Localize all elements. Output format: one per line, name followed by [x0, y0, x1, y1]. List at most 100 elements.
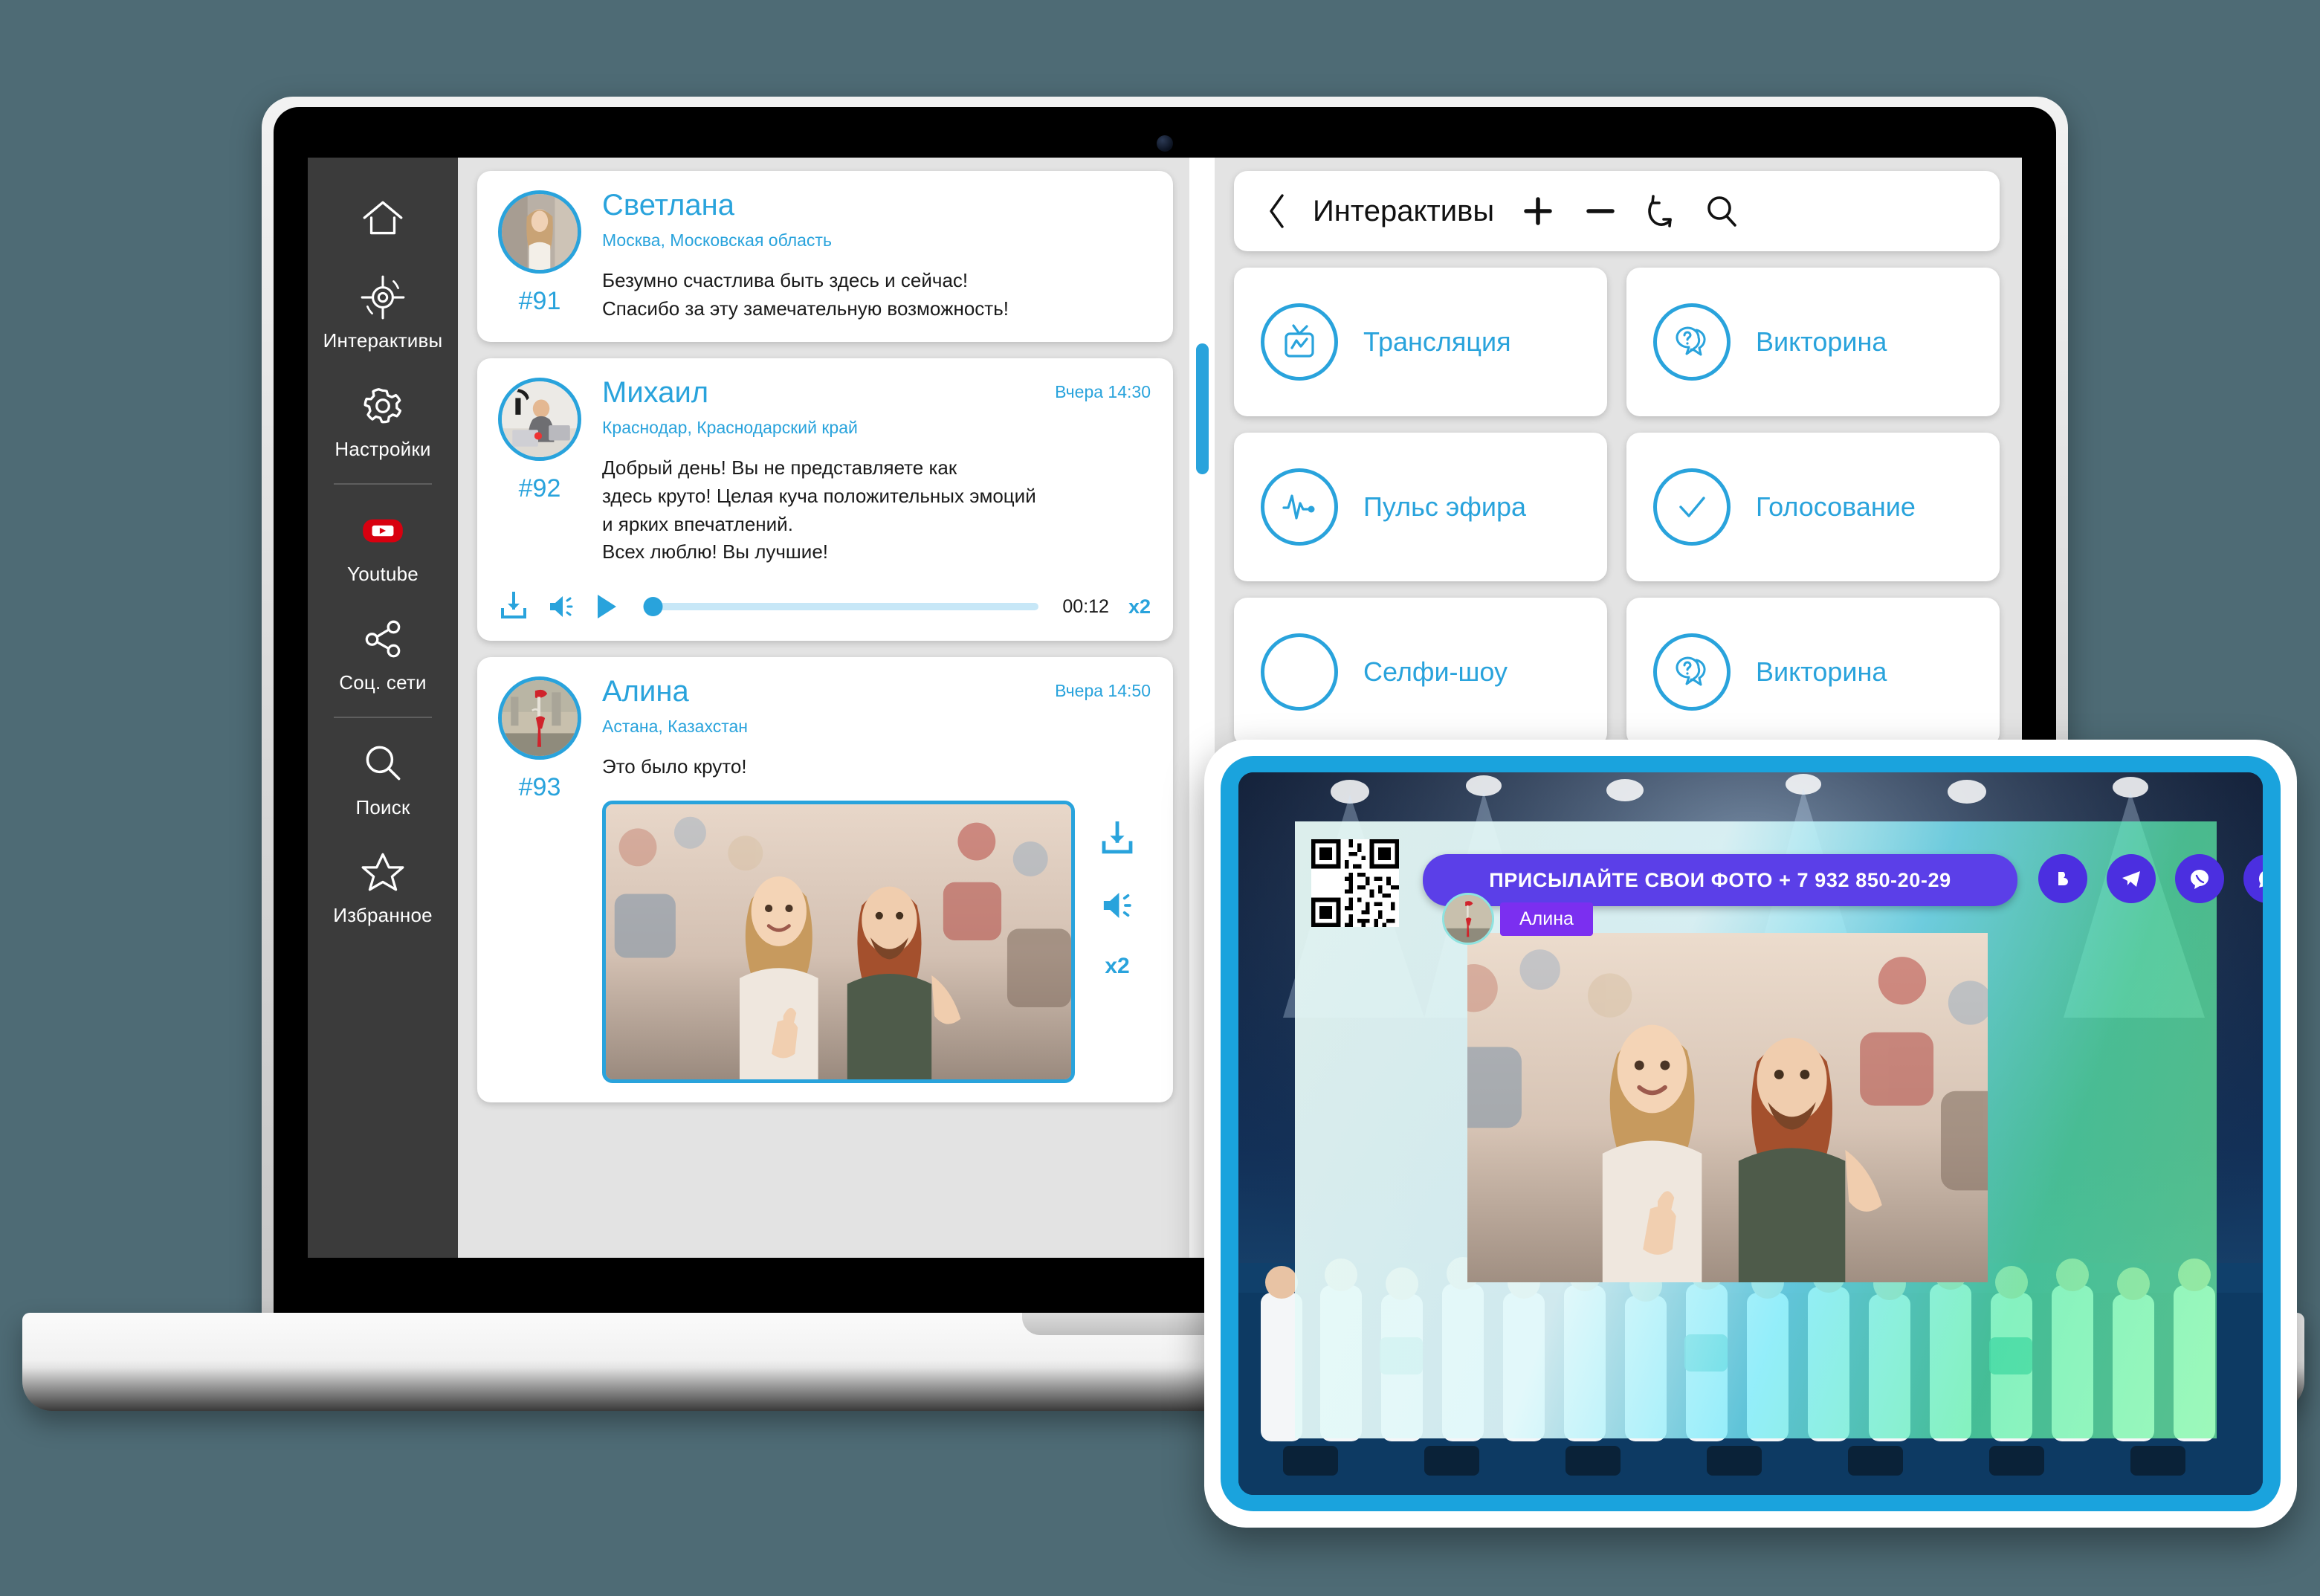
tile-translation[interactable]: Трансляция — [1234, 268, 1607, 416]
message-photo[interactable] — [602, 800, 1075, 1083]
webcam-icon — [1157, 135, 1173, 152]
sidebar-divider — [334, 482, 432, 485]
tile-selfie-show[interactable]: Селфи-шоу — [1234, 598, 1607, 746]
play-icon[interactable] — [595, 592, 618, 621]
tile-label: Викторина — [1756, 656, 1887, 687]
message-card[interactable]: #91 Светлана Москва, Московская область … — [477, 171, 1173, 343]
plus-icon[interactable] — [1519, 193, 1557, 230]
home-icon — [358, 195, 407, 244]
gear-icon — [358, 381, 407, 430]
volume-icon[interactable] — [1100, 888, 1134, 923]
audio-progress-slider[interactable] — [643, 597, 1039, 617]
message-id: #92 — [518, 474, 561, 503]
search-icon[interactable] — [1704, 193, 1739, 230]
download-icon[interactable] — [500, 592, 528, 621]
vk-icon[interactable] — [2038, 854, 2087, 903]
youtube-icon — [358, 505, 407, 555]
message-feed: #91 Светлана Москва, Московская область … — [458, 158, 1189, 1258]
download-icon[interactable] — [1100, 821, 1134, 857]
feed-scrollbar-thumb[interactable] — [1196, 343, 1209, 474]
star-icon — [358, 847, 407, 896]
user-location: Краснодар, Краснодарский край — [602, 418, 858, 438]
stage-photo — [1467, 933, 1988, 1282]
pulse-icon — [1261, 468, 1338, 546]
circle-icon — [1261, 633, 1338, 711]
broadcast-overlay: ПРИСЫЛАЙТЕ СВОИ ФОТО + 7 932 850-20-29 А… — [1295, 821, 2263, 1438]
sidebar-item-label: Избранное — [333, 904, 433, 927]
telegram-icon[interactable] — [2107, 854, 2156, 903]
avatar — [498, 676, 581, 760]
tv-icon — [1261, 303, 1338, 381]
sidebar-item-home[interactable] — [308, 178, 458, 256]
tablet-device: ПРИСЫЛАЙТЕ СВОИ ФОТО + 7 932 850-20-29 А… — [1204, 740, 2297, 1528]
sidebar-item-favorites[interactable]: Избранное — [308, 830, 458, 939]
message-id: #93 — [518, 773, 561, 802]
user-name: Алина — [602, 675, 689, 708]
sidebar-item-search[interactable]: Поиск — [308, 723, 458, 831]
tile-quiz-1[interactable]: Викторина — [1626, 268, 2000, 416]
qr-code-icon — [1311, 839, 1399, 927]
tile-pulse[interactable]: Пульс эфира — [1234, 433, 1607, 581]
refresh-icon[interactable] — [1644, 193, 1678, 230]
panel-header: Интерактивы — [1234, 171, 2000, 251]
sidebar: Интерактивы Настройки Youtube Соц. сети … — [308, 158, 458, 1258]
message-feed-container: #91 Светлана Москва, Московская область … — [458, 158, 1215, 1258]
photo-rate-button[interactable]: x2 — [1105, 954, 1129, 979]
question-bubble-icon — [1653, 633, 1731, 711]
author-tag: Алина — [1442, 893, 1593, 945]
tile-label: Голосование — [1756, 491, 1916, 522]
message-card[interactable]: #93 Алина Вчера 14:50 Астана, Казахстан … — [477, 657, 1173, 1102]
banner-text: ПРИСЫЛАЙТЕ СВОИ ФОТО + 7 932 850-20-29 — [1489, 868, 1951, 891]
target-icon — [358, 272, 407, 321]
audio-rate-button[interactable]: x2 — [1128, 595, 1151, 618]
check-icon — [1653, 468, 1731, 546]
message-text: Добрый день! Вы не представляете как зде… — [602, 456, 1036, 563]
sidebar-item-label: Соц. сети — [339, 671, 427, 694]
tablet-frame: ПРИСЫЛАЙТЕ СВОИ ФОТО + 7 932 850-20-29 А… — [1221, 756, 2281, 1511]
sidebar-item-label: Youtube — [347, 562, 419, 585]
tile-label: Викторина — [1756, 326, 1887, 357]
interactives-grid: Трансляция Викторина Пульс эфира Голосов… — [1234, 268, 2000, 746]
chevron-left-icon[interactable] — [1267, 193, 1287, 230]
whatsapp-icon[interactable] — [2243, 854, 2263, 903]
message-card[interactable]: #92 Михаил Вчера 14:30 Краснодар, Красно… — [477, 358, 1173, 642]
message-text: Это было круто! — [602, 755, 747, 778]
search-icon — [358, 739, 407, 788]
tile-voting[interactable]: Голосование — [1626, 433, 2000, 581]
avatar — [498, 378, 581, 462]
avatar — [498, 190, 581, 274]
message-id: #91 — [518, 287, 561, 315]
author-tag-name: Алина — [1500, 902, 1593, 936]
minus-icon[interactable] — [1582, 193, 1619, 230]
audio-player: 00:12 x2 — [497, 592, 1151, 621]
sidebar-item-social[interactable]: Соц. сети — [308, 598, 458, 706]
page-title: Интерактивы — [1313, 194, 1495, 227]
sidebar-item-interactives[interactable]: Интерактивы — [308, 256, 458, 364]
sidebar-divider — [334, 716, 432, 718]
sidebar-item-settings[interactable]: Настройки — [308, 364, 458, 473]
share-icon — [358, 614, 407, 663]
message-time: Вчера 14:50 — [1055, 681, 1151, 701]
tile-quiz-2[interactable]: Викторина — [1626, 598, 2000, 746]
tablet-screen: ПРИСЫЛАЙТЕ СВОИ ФОТО + 7 932 850-20-29 А… — [1238, 772, 2263, 1495]
viber-icon[interactable] — [2175, 854, 2224, 903]
message-time: Вчера 14:30 — [1055, 382, 1151, 402]
user-location: Астана, Казахстан — [602, 717, 748, 737]
tile-label: Трансляция — [1363, 326, 1511, 357]
sidebar-item-youtube[interactable]: Youtube — [308, 489, 458, 598]
user-location: Москва, Московская область — [602, 230, 832, 250]
social-links — [2038, 854, 2263, 903]
audio-duration: 00:12 — [1062, 595, 1109, 617]
sidebar-item-label: Поиск — [355, 795, 410, 818]
user-name: Светлана — [602, 189, 734, 222]
question-bubble-icon — [1653, 303, 1731, 381]
message-text: Безумно счастлива быть здесь и сейчас! С… — [602, 269, 1009, 320]
tile-label: Пульс эфира — [1363, 491, 1526, 522]
volume-icon[interactable] — [547, 592, 575, 621]
sidebar-item-label: Настройки — [335, 437, 431, 460]
user-name: Михаил — [602, 376, 709, 410]
tile-label: Селфи-шоу — [1363, 656, 1508, 687]
avatar — [1442, 893, 1494, 945]
sidebar-item-label: Интерактивы — [323, 329, 443, 352]
audio-progress-knob[interactable] — [643, 597, 663, 617]
